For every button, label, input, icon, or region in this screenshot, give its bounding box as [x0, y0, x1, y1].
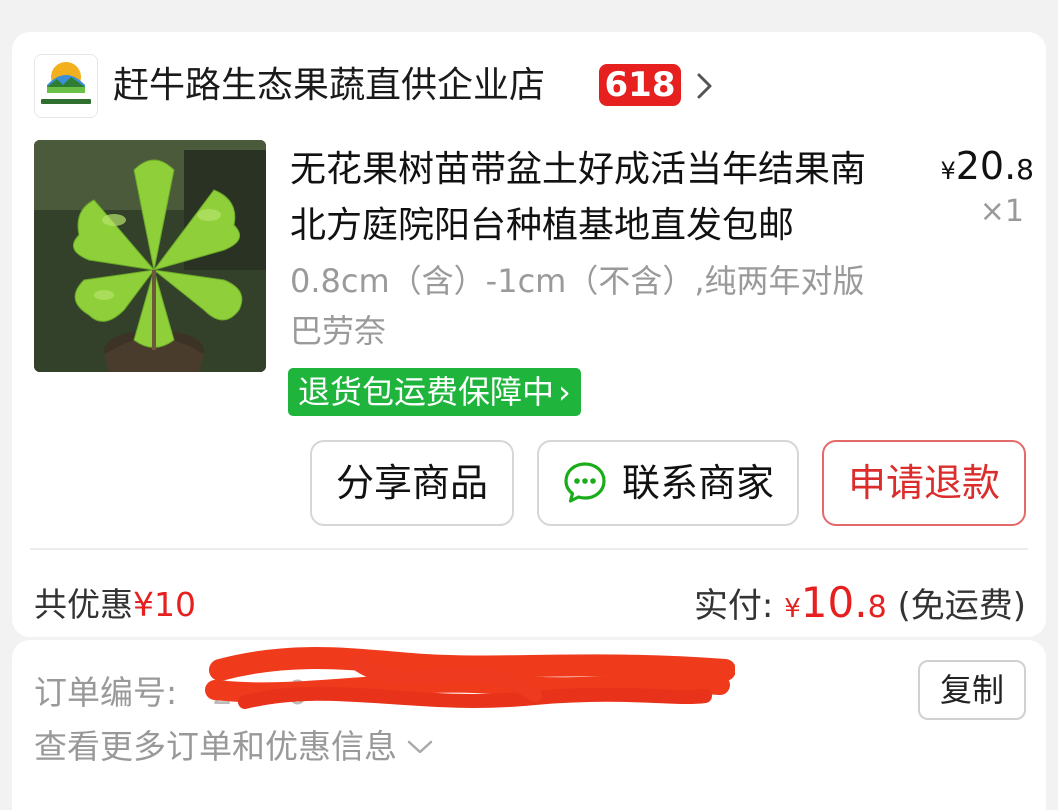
request-refund-button[interactable]: 申请退款 [822, 440, 1026, 526]
guarantee-label: 退货包运费保障中 [298, 373, 555, 411]
shipping-note: (免运费) [897, 586, 1026, 626]
redaction-scribble [205, 647, 735, 709]
product-quantity: ×1 [979, 194, 1024, 229]
discount-amount: ¥10 [133, 585, 196, 624]
order-number-label: 订单编号: [34, 673, 178, 712]
store-name[interactable]: 赶牛路生态果蔬直供企业店 [113, 62, 545, 110]
paid-integer: 10. [800, 578, 868, 627]
return-shipping-guarantee-badge[interactable]: 退货包运费保障中 › [288, 368, 581, 416]
paid-label: 实付: [693, 586, 774, 626]
chevron-down-icon [407, 740, 433, 754]
top-strip [0, 0, 1058, 32]
product-price: ¥20.8 [924, 144, 1034, 193]
contact-seller-label: 联系商家 [621, 461, 774, 505]
chevron-right-icon: › [558, 373, 571, 411]
promo-badge-618: 618 [599, 64, 681, 106]
product-spec: 0.8cm（含）-1cm（不含）,纯两年对版巴劳奈 [290, 262, 865, 350]
paid-decimal: 8 [867, 590, 887, 625]
chevron-right-icon[interactable] [690, 66, 720, 106]
discount-label: 共优惠 [34, 585, 133, 624]
amount-paid: 实付: ¥10.8 (免运费) [694, 578, 1026, 634]
product-image[interactable] [34, 140, 266, 372]
more-order-info-toggle[interactable]: 查看更多订单和优惠信息 [34, 724, 435, 770]
divider [30, 548, 1028, 550]
chat-bubble-icon [564, 462, 606, 503]
contact-seller-button[interactable]: 联系商家 [537, 440, 799, 526]
price-currency: ¥ [940, 157, 956, 185]
more-order-info-label: 查看更多订单和优惠信息 [34, 727, 397, 766]
price-integer: 20. [955, 144, 1017, 188]
share-product-button[interactable]: 分享商品 [310, 440, 514, 526]
store-logo[interactable] [34, 54, 98, 118]
product-title[interactable]: 无花果树苗带盆土好成活当年结果南北方庭院阳台种植基地直发包邮 [290, 142, 890, 254]
paid-currency: ¥ [784, 594, 801, 624]
total-discount: 共优惠¥10 [34, 582, 196, 628]
copy-order-number-button[interactable]: 复制 [918, 660, 1026, 720]
price-decimal: 8 [1016, 153, 1034, 186]
